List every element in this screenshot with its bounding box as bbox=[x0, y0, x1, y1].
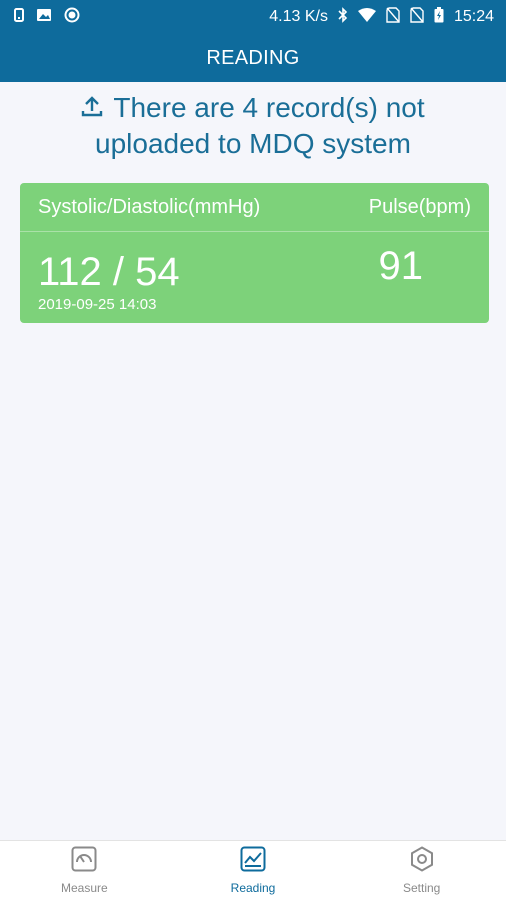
gauge-icon bbox=[71, 846, 97, 875]
phone-notification-icon bbox=[14, 7, 24, 27]
reading-card-body: 112 / 54 2019-09-25 14:03 91 bbox=[20, 232, 489, 323]
circle-notification-icon bbox=[64, 7, 80, 28]
wifi-icon bbox=[357, 7, 376, 27]
nav-item-reading[interactable]: Reading bbox=[169, 841, 338, 900]
battery-icon bbox=[434, 6, 444, 28]
network-speed: 4.13 K/s bbox=[269, 8, 328, 25]
settings-icon bbox=[409, 846, 435, 875]
status-bar-system: 4.13 K/s 15:24 bbox=[269, 6, 494, 28]
nav-label-setting: Setting bbox=[403, 881, 441, 895]
bluetooth-icon bbox=[338, 6, 348, 28]
upload-icon bbox=[81, 90, 103, 126]
chart-icon bbox=[240, 846, 266, 875]
reading-timestamp: 2019-09-25 14:03 bbox=[38, 296, 157, 313]
bp-header: Systolic/Diastolic(mmHg) bbox=[38, 195, 261, 218]
pulse-value: 91 bbox=[378, 244, 424, 288]
reading-card[interactable]: Systolic/Diastolic(mmHg) Pulse(bpm) 112 … bbox=[20, 183, 489, 323]
nav-label-measure: Measure bbox=[60, 881, 108, 895]
upload-banner-line1: There are 4 record(s) not bbox=[0, 90, 506, 126]
page-title: READING bbox=[206, 46, 300, 69]
nav-item-setting[interactable]: Setting bbox=[337, 841, 506, 900]
image-notification-icon bbox=[36, 8, 52, 27]
no-sim-icon-2 bbox=[410, 6, 424, 28]
no-sim-icon bbox=[386, 6, 400, 28]
app-bar: READING bbox=[0, 34, 506, 82]
nav-label-reading: Reading bbox=[230, 881, 276, 895]
status-bar-notifications bbox=[14, 7, 80, 28]
clock: 15:24 bbox=[453, 8, 494, 25]
reading-card-header: Systolic/Diastolic(mmHg) Pulse(bpm) bbox=[20, 183, 489, 232]
upload-banner-text-1: There are 4 record(s) not bbox=[113, 92, 425, 123]
pulse-header: Pulse(bpm) bbox=[368, 195, 471, 218]
upload-banner[interactable]: There are 4 record(s) not uploaded to MD… bbox=[0, 90, 506, 162]
bottom-nav: Measure Reading Setting bbox=[0, 840, 506, 900]
status-bar: 4.13 K/s 15:24 bbox=[0, 0, 506, 34]
nav-item-measure[interactable]: Measure bbox=[0, 841, 169, 900]
bp-value: 112 / 54 bbox=[38, 250, 180, 294]
upload-banner-text-2: uploaded to MDQ system bbox=[95, 128, 411, 159]
